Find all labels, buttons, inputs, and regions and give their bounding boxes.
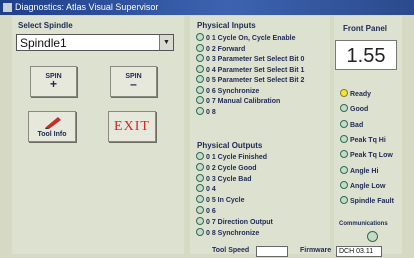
front-panel-indicator-label: Spindle Fault	[350, 198, 394, 206]
physical-input-label: 0 7 Manual Calibration	[206, 98, 281, 105]
title-bar: Diagnostics: Atlas Visual Supervisor	[0, 0, 414, 15]
physical-output-item: 0 5 In Cycle	[196, 195, 245, 204]
status-led-icon	[196, 106, 204, 115]
physical-output-item: 0 3 Cycle Bad	[196, 173, 252, 183]
front-panel-indicator-label: Ready	[350, 91, 372, 98]
physical-output-label: 0 7 Direction Output	[206, 218, 273, 226]
physical-input-item: 0 7 Manual Calibration	[196, 96, 280, 105]
status-led-icon	[196, 152, 204, 160]
spindle-select-value: Spindle1	[20, 36, 67, 50]
front-panel-indicator-label: Peak Tq Hi	[350, 136, 386, 144]
tool-info-label: Tool Info	[37, 131, 67, 138]
status-led-icon	[196, 64, 204, 73]
status-led-icon	[340, 196, 348, 205]
pencil-icon	[45, 117, 61, 129]
status-led-icon	[196, 216, 204, 225]
front-panel-indicator: Peak Tq Hi	[340, 134, 386, 144]
physical-input-label: 0 8	[206, 108, 216, 116]
physical-input-label: 0 3 Parameter Set Select Bit 0	[206, 56, 305, 63]
physical-input-label: 0 4 Parameter Set Select Bit 1	[206, 66, 305, 74]
physical-outputs-title: Physical Outputs	[197, 141, 263, 150]
physical-output-item: 0 4	[196, 184, 216, 193]
physical-output-label: 0 6	[206, 208, 216, 215]
tool-speed-label: Tool Speed	[212, 247, 250, 254]
status-led-icon	[340, 165, 348, 174]
front-panel-indicator: Spindle Fault	[340, 196, 394, 205]
front-panel-title: Front Panel	[343, 24, 388, 33]
physical-output-item: 0 7 Direction Output	[196, 216, 273, 226]
front-panel-indicator-label: Angle Low	[350, 182, 386, 190]
front-panel-indicator-label: Good	[350, 106, 369, 114]
status-led-icon	[196, 195, 204, 204]
front-panel-display: 1.55	[335, 40, 397, 70]
status-led-icon	[196, 184, 204, 193]
physical-output-item: 0 6	[196, 206, 216, 215]
front-panel-indicator: Angle Hi	[340, 165, 379, 175]
physical-output-label: 0 2 Cycle Good	[206, 164, 257, 172]
status-led-icon	[196, 96, 204, 104]
firmware-field: DCH 03.11	[336, 246, 382, 257]
status-led-icon	[340, 104, 348, 113]
minus-icon: –	[130, 77, 137, 91]
exit-button[interactable]: EXIT	[108, 111, 156, 142]
status-led-icon	[196, 227, 204, 236]
status-led-icon	[196, 85, 204, 94]
physical-input-label: 0 1 Cycle On, Cycle Enable	[206, 35, 296, 42]
status-led-icon	[340, 119, 348, 128]
physical-input-item: 0 3 Parameter Set Select Bit 0	[196, 54, 304, 63]
physical-output-label: 0 4	[206, 186, 216, 194]
select-spindle-label: Select Spindle	[18, 21, 73, 30]
physical-output-item: 0 1 Cycle Finished	[196, 152, 267, 161]
status-led-icon	[340, 89, 348, 97]
status-led-icon	[196, 43, 204, 52]
front-panel-indicator: Angle Low	[340, 180, 386, 190]
app-icon	[3, 3, 12, 12]
status-led-icon	[196, 162, 204, 171]
physical-input-label: 0 6 Synchronize	[206, 87, 260, 95]
physical-output-label: 0 5 In Cycle	[206, 197, 245, 205]
status-led-icon	[340, 150, 348, 159]
chevron-down-icon[interactable]: ▼	[159, 35, 173, 50]
firmware-label: Firmware	[300, 247, 332, 254]
front-panel-indicator-label: Angle Hi	[350, 167, 379, 175]
status-led-icon	[340, 134, 348, 143]
status-led-icon	[196, 54, 204, 62]
spindle-select[interactable]: Spindle1 ▼	[16, 34, 174, 51]
physical-input-item: 0 6 Synchronize	[196, 85, 260, 95]
physical-input-item: 0 4 Parameter Set Select Bit 1	[196, 64, 305, 74]
status-led-icon	[196, 173, 204, 182]
communications-led	[367, 231, 378, 242]
physical-output-label: 0 8 Synchronize	[206, 229, 260, 237]
status-led-icon	[196, 33, 204, 41]
status-led-icon	[196, 206, 204, 214]
front-panel-indicator: Good	[340, 104, 368, 113]
physical-input-item: 0 2 Forward	[196, 43, 246, 53]
front-panel-indicator: Ready	[340, 89, 371, 98]
spin-plus-button[interactable]: SPIN +	[30, 66, 77, 97]
physical-input-item: 0 5 Parameter Set Select Bit 2	[196, 75, 304, 84]
physical-output-label: 0 3 Cycle Bad	[206, 175, 252, 183]
tool-info-button[interactable]: Tool Info	[28, 111, 76, 142]
status-led-icon	[340, 180, 348, 189]
front-panel-indicator: Peak Tq Low	[340, 150, 393, 159]
spin-minus-button[interactable]: SPIN –	[110, 66, 157, 97]
plus-icon: +	[49, 77, 57, 91]
diagnostics-window: Diagnostics: Atlas Visual Supervisor Sel…	[0, 0, 414, 258]
physical-input-label: 0 5 Parameter Set Select Bit 2	[206, 77, 305, 84]
communications-label: Communications	[339, 221, 388, 227]
front-panel-indicator-label: Peak Tq Low	[350, 152, 393, 160]
status-led-icon	[196, 75, 204, 83]
physical-inputs-title: Physical Inputs	[197, 21, 256, 30]
tool-speed-field	[256, 246, 288, 257]
physical-output-item: 0 2 Cycle Good	[196, 162, 257, 172]
physical-input-item: 0 1 Cycle On, Cycle Enable	[196, 33, 296, 42]
front-panel-indicator-label: Bad	[350, 121, 364, 129]
physical-output-label: 0 1 Cycle Finished	[206, 154, 268, 161]
physical-input-label: 0 2 Forward	[206, 45, 246, 53]
front-panel-indicator: Bad	[340, 119, 364, 129]
window-title: Diagnostics: Atlas Visual Supervisor	[15, 2, 159, 12]
exit-label: EXIT	[114, 119, 150, 134]
physical-output-item: 0 8 Synchronize	[196, 227, 260, 237]
physical-input-item: 0 8	[196, 106, 216, 116]
